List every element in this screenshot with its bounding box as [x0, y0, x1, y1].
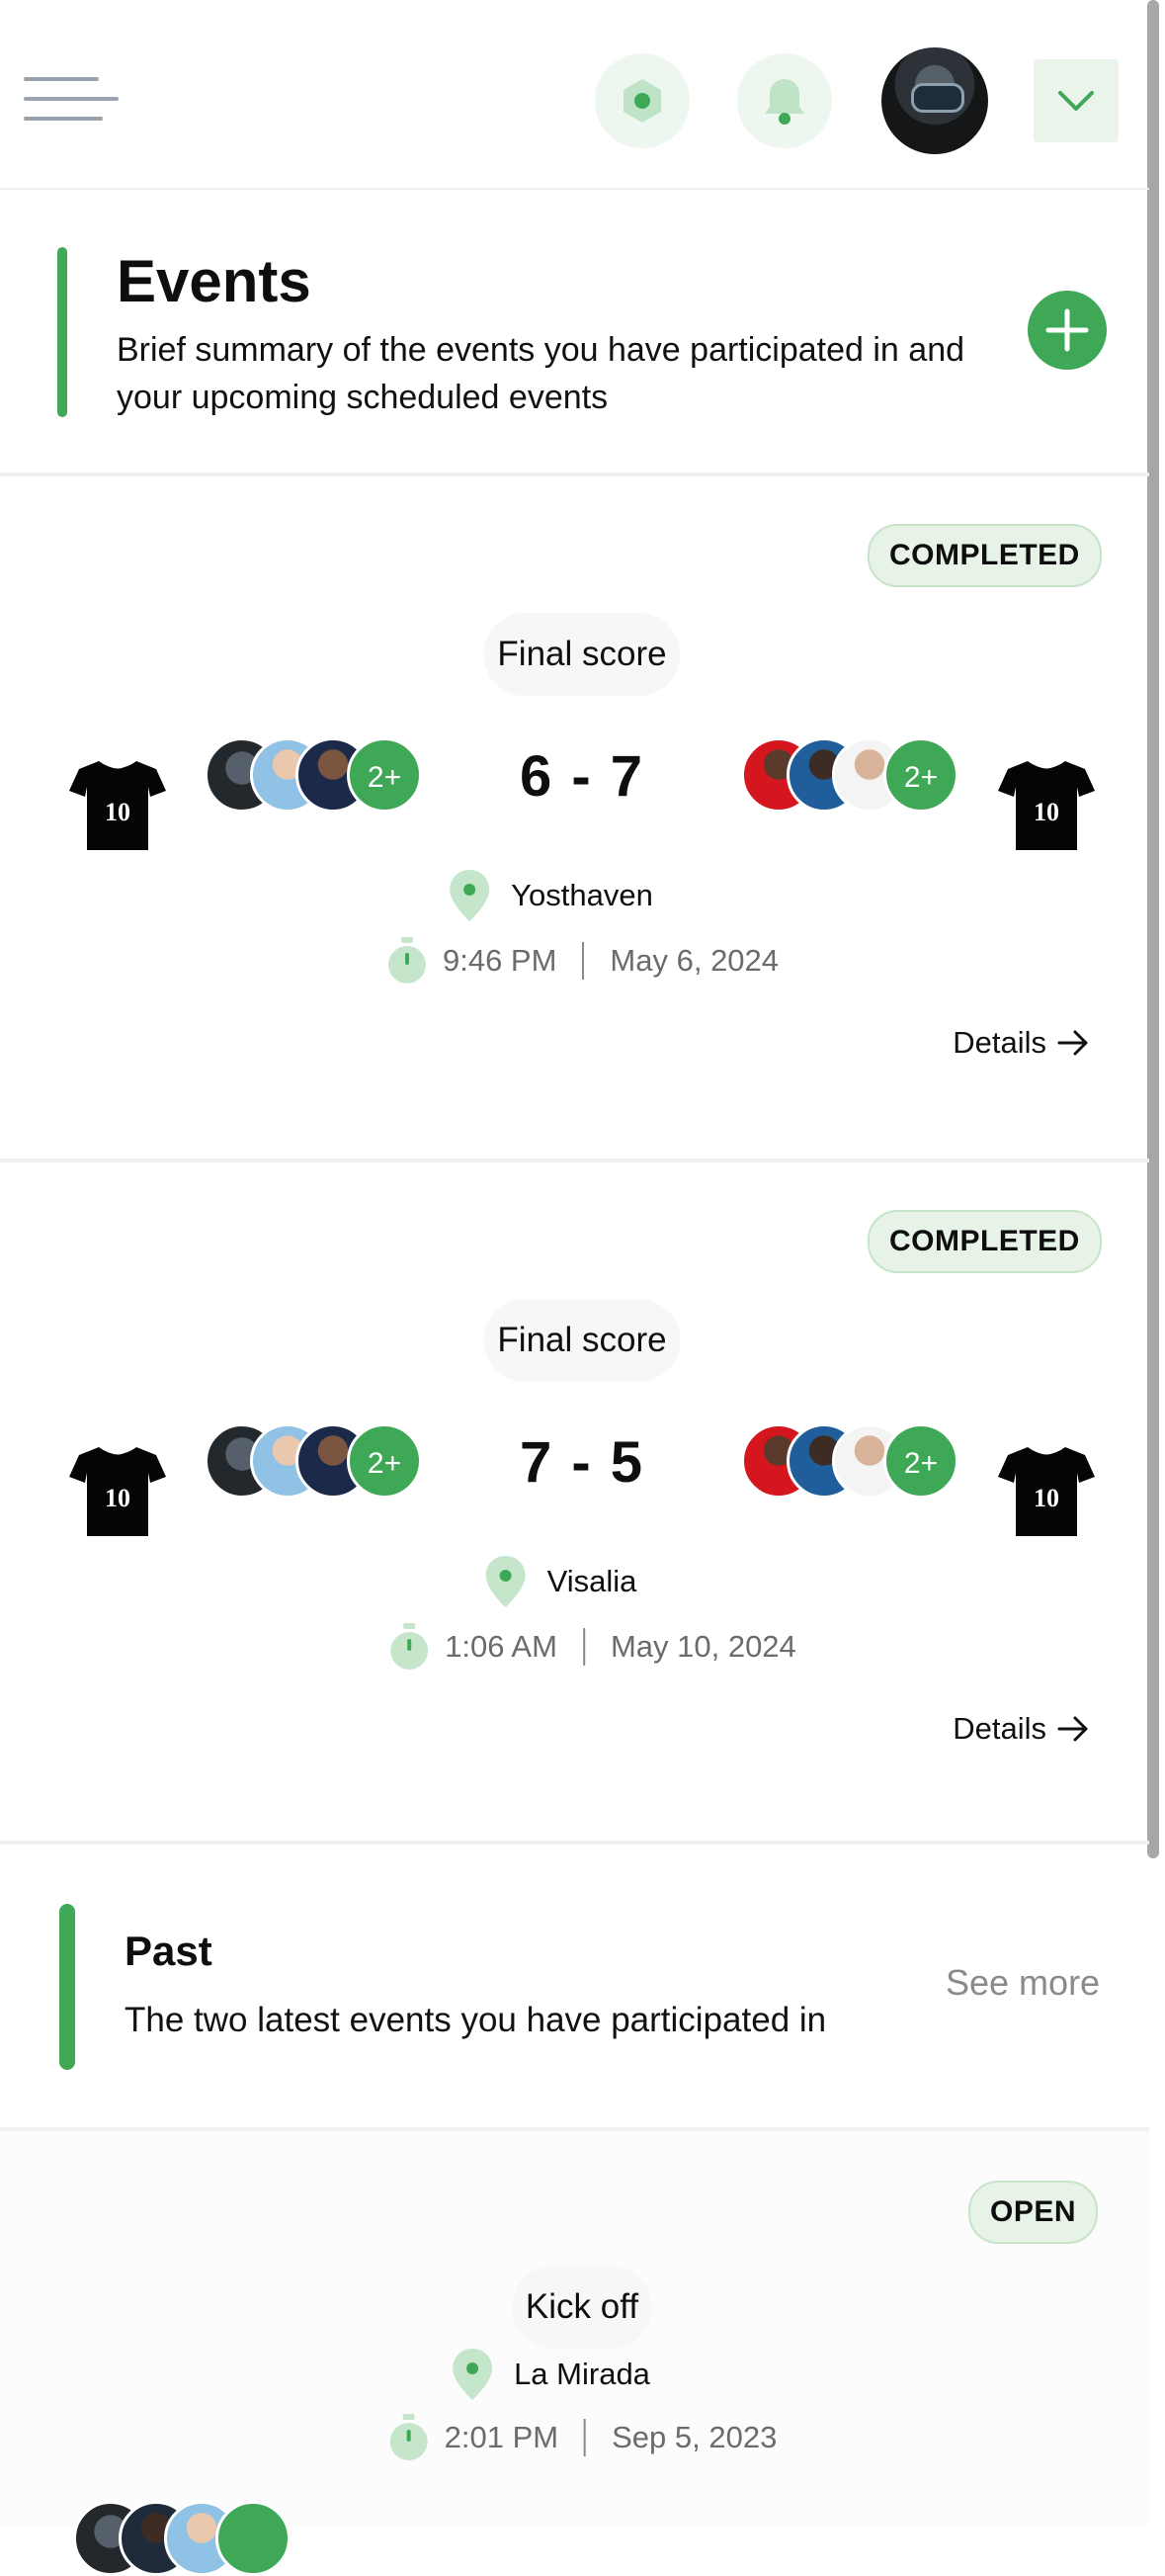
stopwatch-icon: [389, 2414, 428, 2460]
page-title: Events: [117, 248, 311, 314]
more-players-badge: 2+: [883, 737, 958, 813]
divider: [0, 1841, 1149, 1845]
add-event-button[interactable]: [1028, 291, 1107, 370]
arrow-right-icon: [1057, 1030, 1088, 1056]
match-score: 6 - 7: [519, 744, 645, 809]
away-team-players[interactable]: 2+: [741, 737, 958, 813]
event-datetime: 2:01 PM Sep 5, 2023: [387, 2410, 778, 2465]
event-datetime: 9:46 PM May 6, 2024: [385, 933, 779, 988]
event-location: Visalia: [482, 1552, 637, 1611]
event-location: Yosthaven: [446, 866, 653, 925]
hamburger-menu-icon[interactable]: [24, 77, 119, 123]
more-players-badge: 2+: [883, 1423, 958, 1499]
svg-text:10: 10: [105, 1484, 130, 1512]
event-time: 1:06 AM: [445, 1629, 557, 1664]
profile-dropdown-button[interactable]: [1034, 59, 1119, 142]
home-team-players[interactable]: [73, 2501, 291, 2576]
more-players-badge: 2+: [347, 737, 422, 813]
section-description: The two latest events you have participa…: [125, 2001, 827, 2039]
top-bar: [0, 0, 1149, 190]
away-team-players[interactable]: 2+: [741, 1423, 958, 1499]
plus-icon: [1045, 308, 1089, 352]
location-pin-icon: [485, 1556, 526, 1607]
status-badge: COMPLETED: [868, 524, 1102, 587]
location-name: Visalia: [546, 1564, 637, 1598]
stopwatch-icon: [387, 937, 426, 984]
avatar[interactable]: [881, 47, 988, 154]
details-label: Details: [953, 1025, 1046, 1060]
match-score: 7 - 5: [519, 1430, 645, 1495]
details-label: Details: [953, 1711, 1046, 1746]
home-jersey-icon: 10: [69, 1447, 166, 1536]
score-label: Final score: [483, 613, 681, 696]
event-date: May 10, 2024: [610, 1629, 796, 1664]
past-event-card: OPEN Kick off La Mirada 2:01 PM Sep 5, 2…: [0, 2131, 1149, 2576]
event-time: 9:46 PM: [442, 943, 557, 978]
svg-text:10: 10: [1034, 798, 1059, 826]
location-name: La Mirada: [514, 2357, 650, 2391]
event-date: Sep 5, 2023: [612, 2420, 778, 2454]
svg-text:10: 10: [105, 798, 130, 826]
more-players-badge: 2+: [347, 1423, 422, 1499]
notifications-button[interactable]: [737, 53, 832, 148]
event-date: May 6, 2024: [610, 943, 780, 978]
away-jersey-icon: 10: [998, 1447, 1095, 1536]
bell-icon: [765, 79, 804, 125]
away-jersey-icon: 10: [998, 761, 1095, 850]
details-link[interactable]: Details: [953, 1018, 1090, 1068]
location-name: Yosthaven: [511, 878, 653, 912]
status-badge: OPEN: [968, 2181, 1099, 2244]
event-label: Kick off: [511, 2266, 653, 2349]
home-team-players[interactable]: 2+: [205, 1423, 422, 1499]
location-pin-icon: [453, 2349, 493, 2400]
event-datetime: 1:06 AM May 10, 2024: [387, 1619, 796, 1674]
see-more-link[interactable]: See more: [946, 1962, 1100, 2004]
stopwatch-icon: [390, 1623, 429, 1670]
location-pin-icon: [450, 870, 490, 921]
event-card: COMPLETED Final score 10 2+ 6 - 7 2+ 10 …: [0, 476, 1149, 1159]
event-location: La Mirada: [449, 2345, 650, 2404]
score-label: Final score: [483, 1299, 681, 1382]
details-link[interactable]: Details: [953, 1704, 1090, 1754]
status-button[interactable]: [595, 53, 690, 148]
section-accent-bar: [59, 1904, 75, 2070]
hexagon-dot-icon: [624, 79, 661, 123]
section-title: Past: [125, 1928, 212, 1974]
more-players-badge: [215, 2501, 291, 2576]
section-accent-bar: [57, 247, 67, 417]
chevron-down-icon: [1058, 91, 1094, 111]
page-description: Brief summary of the events you have par…: [117, 331, 965, 416]
home-team-players[interactable]: 2+: [205, 737, 422, 813]
svg-text:10: 10: [1034, 1484, 1059, 1512]
home-jersey-icon: 10: [69, 761, 166, 850]
event-card: COMPLETED Final score 10 2+ 7 - 5 2+ 10 …: [0, 1162, 1149, 1845]
event-time: 2:01 PM: [444, 2420, 559, 2454]
status-badge: COMPLETED: [868, 1210, 1102, 1273]
arrow-right-icon: [1057, 1716, 1088, 1742]
